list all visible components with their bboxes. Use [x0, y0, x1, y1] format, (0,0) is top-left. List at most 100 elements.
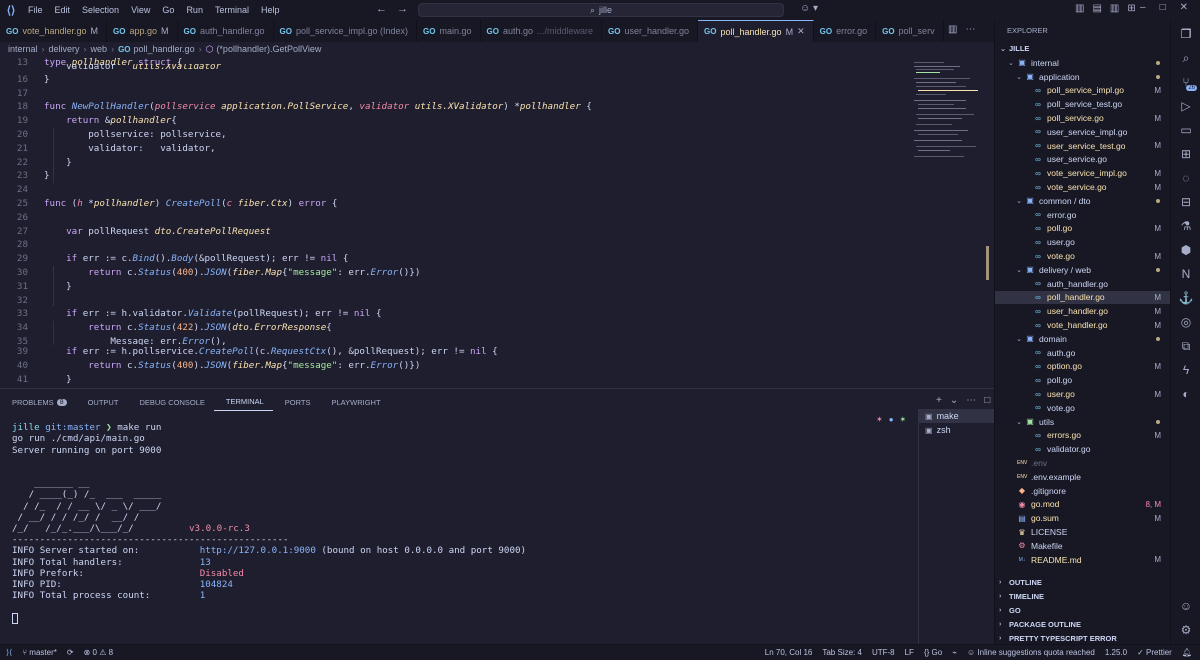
tree-file-user-go[interactable]: ∞ user.go M	[995, 387, 1171, 401]
tree-folder-delivery-web[interactable]: ⌄ ▣ delivery / web	[995, 263, 1171, 277]
new-terminal-icon[interactable]: +	[936, 395, 942, 406]
tab-main[interactable]: GO main.go	[417, 20, 481, 42]
section-outline[interactable]: › OUTLINE	[995, 576, 1171, 590]
tree-file-go-mod[interactable]: ◉ go.mod 8, M	[995, 498, 1171, 512]
tab-problems[interactable]: PROBLEMS 8	[0, 393, 76, 411]
breadcrumb-file[interactable]: poll_handler.go	[134, 44, 195, 54]
terminal-output[interactable]: jille git:master ❯ make run go run ./cmd/…	[12, 411, 882, 646]
split-editor-icon[interactable]: ▥	[948, 24, 957, 35]
account-icon[interactable]: ☺	[1171, 596, 1200, 616]
cursor-position[interactable]: Ln 70, Col 16	[765, 648, 813, 657]
star-icon[interactable]: ✶	[900, 415, 907, 424]
menu-edit[interactable]: Edit	[49, 5, 77, 15]
tree-file-poll-service-impl-go[interactable]: ∞ poll_service_impl.go M	[995, 84, 1171, 98]
language-mode[interactable]: {} Go	[924, 648, 942, 657]
section-package-outline[interactable]: › PACKAGE OUTLINE	[995, 617, 1171, 631]
bell-off-icon[interactable]: ⌁	[952, 648, 957, 657]
tree-file-readme-md[interactable]: M↓ README.md M	[995, 553, 1171, 567]
more-actions-icon[interactable]: ⋯	[966, 395, 976, 406]
tab-poll-service-impl-index[interactable]: GO poll_service_impl.go (Index)	[274, 20, 418, 42]
encoding[interactable]: UTF-8	[872, 648, 895, 657]
explorer-icon[interactable]: ❐	[1171, 24, 1200, 44]
tab-auth-handler[interactable]: GO auth_handler.go	[178, 20, 274, 42]
menu-view[interactable]: View	[125, 5, 156, 15]
branch-indicator[interactable]: ⑂ master*	[22, 648, 57, 657]
menu-terminal[interactable]: Terminal	[209, 5, 255, 15]
extensions-icon[interactable]: ⊞	[1171, 144, 1200, 164]
code-editor[interactable]: 13type pollhandler struct { 14 validator…	[0, 56, 908, 388]
tree-file-user-go[interactable]: ∞ user.go	[995, 235, 1171, 249]
tree-file-license[interactable]: ♛ LICENSE	[995, 525, 1171, 539]
tab-playwright[interactable]: PLAYWRIGHT	[320, 393, 390, 411]
tab-error[interactable]: GO error.go	[814, 20, 877, 42]
menu-run[interactable]: Run	[180, 5, 209, 15]
settings-gear-icon[interactable]: ⚙	[1171, 620, 1200, 640]
breadcrumb-internal[interactable]: internal	[8, 44, 38, 54]
tree-file-user-service-go[interactable]: ∞ user_service.go	[995, 153, 1171, 167]
go-version[interactable]: 1.25.0	[1105, 648, 1127, 657]
toggle-secondary-sidebar-icon[interactable]: ▥	[1110, 3, 1119, 14]
close-icon[interactable]: ✕	[1180, 2, 1188, 13]
tree-file-user-service-test-go[interactable]: ∞ user_service_test.go M	[995, 139, 1171, 153]
minimize-icon[interactable]: –	[1140, 2, 1146, 13]
tree-file-go-sum[interactable]: ▤ go.sum M	[995, 511, 1171, 525]
n2-icon[interactable]: N	[1171, 264, 1200, 284]
tab-vote-handler[interactable]: GO vote_handler.go M	[0, 20, 108, 42]
dot-icon[interactable]: ●	[889, 415, 894, 424]
workspace-root[interactable]: ⌄ JILLE	[995, 42, 1171, 56]
tree-file-auth-go[interactable]: ∞ auth.go	[995, 346, 1171, 360]
python-icon[interactable]: ⧉	[1171, 336, 1200, 356]
terminal-item-zsh[interactable]: ▣ zsh	[919, 423, 994, 437]
code-editor-bottom[interactable]: 39 if err := h.pollservice.CreatePoll(c.…	[0, 345, 908, 388]
copilot-icon[interactable]: ☺ ▾	[800, 3, 818, 14]
container-icon[interactable]: ⬢	[1171, 240, 1200, 260]
tree-file-env-example[interactable]: ENV .env.example	[995, 470, 1171, 484]
tab-debug-console[interactable]: DEBUG CONSOLE	[127, 393, 213, 411]
customize-layout-icon[interactable]: ⊞	[1127, 3, 1135, 14]
section-timeline[interactable]: › TIMELINE	[995, 590, 1171, 604]
tree-file-auth-handler-go[interactable]: ∞ auth_handler.go	[995, 277, 1171, 291]
tree-file-errors-go[interactable]: ∞ errors.go M	[995, 429, 1171, 443]
search-icon[interactable]: ⌕	[1171, 48, 1200, 68]
tab-poll-handler[interactable]: GO poll_handler.go M ✕	[698, 20, 814, 42]
minimap[interactable]	[908, 56, 986, 388]
tree-file-vote-service-go[interactable]: ∞ vote_service.go M	[995, 180, 1171, 194]
forward-arrow-icon[interactable]: →	[397, 3, 408, 15]
menu-help[interactable]: Help	[255, 5, 286, 15]
more-actions-icon[interactable]: ⋯	[965, 24, 975, 35]
tree-file-user-handler-go[interactable]: ∞ user_handler.go M	[995, 304, 1171, 318]
breadcrumb-web[interactable]: web	[91, 44, 108, 54]
tree-file-vote-handler-go[interactable]: ∞ vote_handler.go M	[995, 318, 1171, 332]
tree-file-vote-service-impl-go[interactable]: ∞ vote_service_impl.go M	[995, 166, 1171, 180]
tree-folder-internal[interactable]: ⌄ ▣ internal	[995, 56, 1171, 70]
prettier-status[interactable]: ✓ Prettier	[1137, 648, 1172, 657]
tab-output[interactable]: OUTPUT	[76, 393, 128, 411]
tree-file-poll-go[interactable]: ∞ poll.go M	[995, 222, 1171, 236]
testing-icon[interactable]: ⚗	[1171, 216, 1200, 236]
tree-file-poll-service-test-go[interactable]: ∞ poll_service_test.go	[995, 97, 1171, 111]
tree-file-makefile[interactable]: ⚙ Makefile	[995, 539, 1171, 553]
tree-file-user-service-impl-go[interactable]: ∞ user_service_impl.go	[995, 125, 1171, 139]
back-arrow-icon[interactable]: ←	[376, 3, 387, 15]
menu-selection[interactable]: Selection	[76, 5, 125, 15]
git-graph-icon[interactable]: ◎	[1171, 312, 1200, 332]
tree-folder-domain[interactable]: ⌄ ▣ domain	[995, 332, 1171, 346]
tab-size[interactable]: Tab Size: 4	[822, 648, 862, 657]
maximize-icon[interactable]: □	[1160, 2, 1166, 13]
tree-file-option-go[interactable]: ∞ option.go M	[995, 360, 1171, 374]
tree-folder-application[interactable]: ⌄ ▣ application	[995, 70, 1171, 84]
tab-close-icon[interactable]: ✕	[797, 26, 805, 37]
terminal-item-make[interactable]: ▣ make	[919, 409, 994, 423]
tree-file-vote-go[interactable]: ∞ vote.go M	[995, 249, 1171, 263]
tab-poll-service-truncated[interactable]: GO poll_serv	[876, 20, 944, 42]
extension-icon[interactable]: ◐	[1171, 384, 1200, 404]
chat-icon[interactable]: ◌	[1171, 168, 1200, 188]
tree-file-poll-go[interactable]: ∞ poll.go	[995, 373, 1171, 387]
problems-indicator[interactable]: ⊗ 0 ⚠ 8	[84, 648, 113, 657]
notifications-bell-icon[interactable]: 🔔︎	[1182, 648, 1192, 657]
end-of-line[interactable]: LF	[905, 648, 914, 657]
remote-explorer-icon[interactable]: ▭	[1171, 120, 1200, 140]
tab-app[interactable]: GO app.go M	[107, 20, 178, 42]
command-center-search[interactable]: ⌕ jille	[418, 3, 784, 17]
toggle-primary-sidebar-icon[interactable]: ▥	[1075, 3, 1084, 14]
